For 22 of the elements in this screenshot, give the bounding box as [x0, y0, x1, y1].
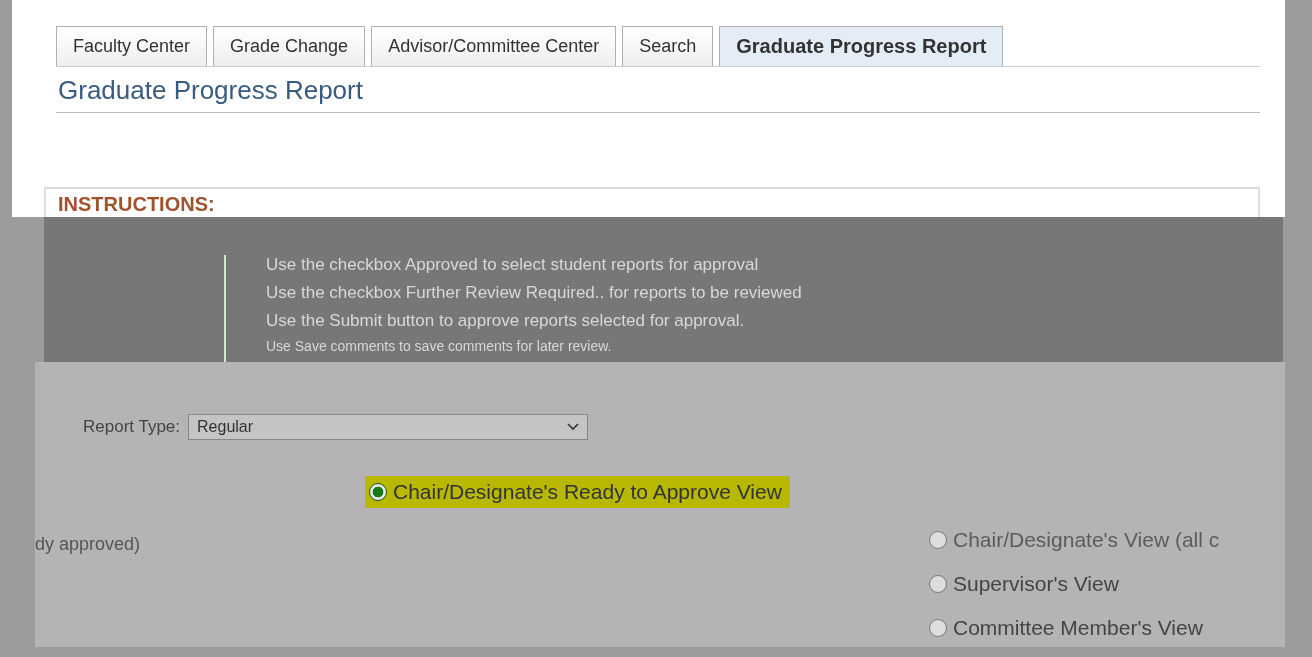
report-type-label: Report Type: — [83, 417, 181, 437]
instructions-heading: INSTRUCTIONS: — [58, 193, 215, 215]
tab[interactable]: Graduate Progress Report — [719, 26, 1004, 66]
page-title: Graduate Progress Report — [56, 67, 1260, 113]
tab[interactable]: Grade Change — [213, 26, 366, 66]
radio-button[interactable] — [929, 619, 947, 637]
tab[interactable]: Faculty Center — [56, 26, 208, 66]
report-type-select[interactable]: Regular — [188, 414, 589, 440]
radio-button[interactable] — [929, 531, 947, 549]
instruction-line: Use Save comments to save comments for later review. — [266, 339, 613, 353]
instruction-line: Use the checkbox Approved to select student reports for approval — [266, 255, 760, 275]
view-option[interactable]: Chair/Designate's Ready to Approve View — [365, 476, 790, 508]
tab[interactable]: Advisor/Committee Center — [371, 26, 617, 66]
tab[interactable]: Search — [622, 26, 714, 66]
instruction-line: Use the checkbox Further Review Required.. for reports to be reviewed — [266, 283, 803, 303]
radio-button[interactable] — [369, 483, 387, 501]
view-note: dy approved) — [35, 534, 141, 554]
view-option[interactable]: Supervisor's View — [925, 568, 1228, 600]
radio-button[interactable] — [929, 575, 947, 593]
view-option[interactable]: Committee Member's View — [925, 612, 1228, 644]
caret-icon — [567, 423, 580, 431]
instruction-line: Use the Submit button to approve reports selected for approval. — [266, 311, 746, 331]
